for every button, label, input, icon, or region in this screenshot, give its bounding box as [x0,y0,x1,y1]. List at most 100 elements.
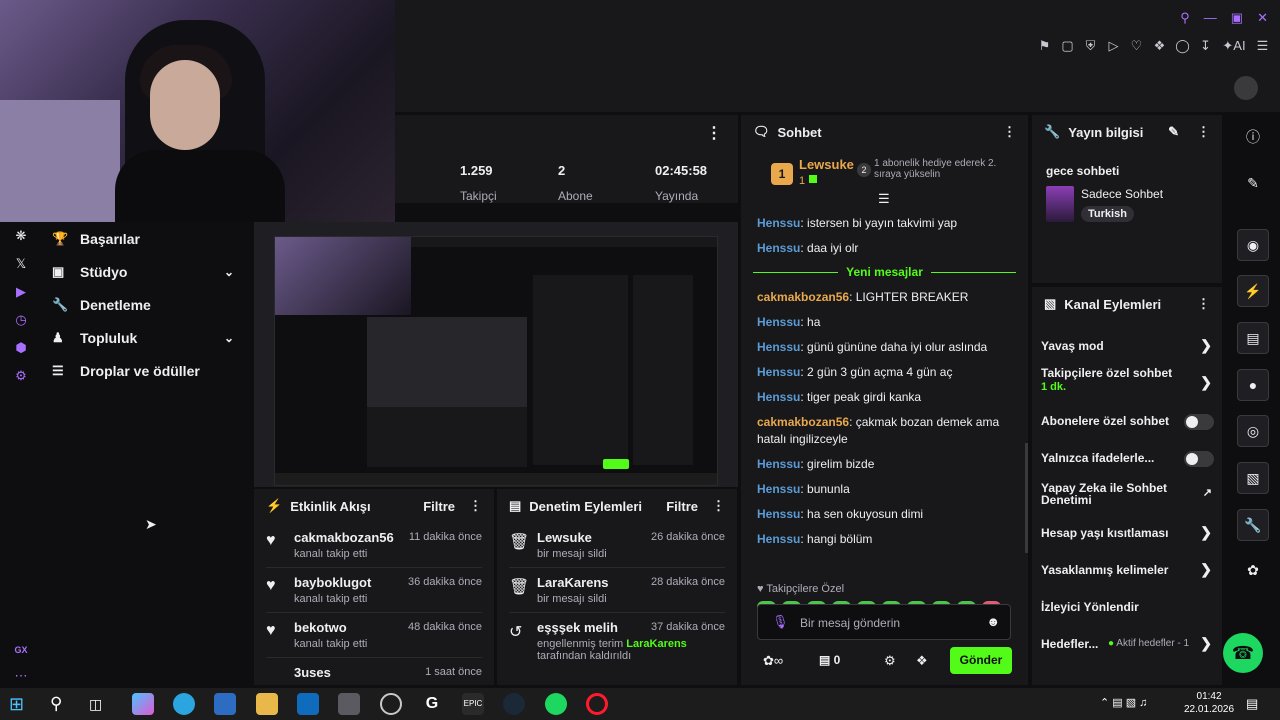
filter-icon[interactable]: ☰ [878,191,890,207]
chat-message[interactable]: Henssu: girelim bizde [741,456,1028,473]
support-icon[interactable]: ☎ [1223,633,1263,673]
ai-button[interactable]: ✦AI [1221,38,1247,53]
action-banned-words[interactable]: Yasaklanmış kelimeler ❯ [1032,551,1222,588]
task-view-icon[interactable]: ◫ [89,693,111,715]
info-icon[interactable]: ⓘ [1237,122,1269,154]
user-icon[interactable]: ◯ [1175,38,1190,53]
menu-icon[interactable]: ☰ [1255,38,1270,53]
clock[interactable]: 01:42 22.01.2026 [1184,690,1234,716]
scrollbar[interactable] [1025,443,1028,553]
action-ai-moderation[interactable]: Yapay Zeka ile Sohbet Denetimi ↗ [1032,476,1222,514]
more-icon[interactable]: ⋯ [0,662,42,690]
document-icon[interactable]: ▤ [1237,322,1269,354]
spotify-icon[interactable] [545,693,567,715]
send-button[interactable]: Gönder [950,647,1012,674]
app-icon[interactable] [214,693,236,715]
points-icon[interactable]: ✿ [1237,555,1269,587]
action-goals[interactable]: Hedefler... ● Aktif hedefler - 1 ❯ [1032,625,1222,662]
action-subscriber-only[interactable]: Abonelere özel sohbet [1032,402,1222,439]
unity-icon[interactable] [338,693,360,715]
mic-icon[interactable]: 🎙 [772,614,789,630]
puzzle-icon[interactable]: ❖ [1152,38,1167,53]
stream-preview[interactable] [274,236,718,486]
chat-message[interactable]: Henssu: hangi bölüm [741,531,1028,548]
points-icon[interactable]: ✿∞ [763,653,783,669]
category-thumbnail[interactable] [1046,186,1074,222]
play-icon[interactable]: ▷ [1106,38,1121,53]
shield-icon[interactable]: ⛨ [1083,38,1098,53]
more-icon[interactable]: ⋮ [469,498,482,514]
crop-icon[interactable]: ▢ [1060,38,1075,53]
moderation-item[interactable]: 🗑 Lewsuke bir mesajı sildi 26 dakika önc… [509,523,725,568]
download-icon[interactable]: ↧ [1198,38,1213,53]
wrench-icon[interactable]: 🔧 [1237,509,1269,541]
activity-item[interactable]: 3uses 1 saat önce [266,658,482,685]
action-account-age[interactable]: Hesap yaşı kısıtlaması ❯ [1032,514,1222,551]
robot-icon[interactable]: ▧ [1237,462,1269,494]
more-icon[interactable]: ⋮ [1003,124,1016,140]
chat-message[interactable]: Henssu: 2 gün 3 gün açma 4 gün aç [741,364,1028,381]
search-icon[interactable]: ⚲ [1180,10,1190,26]
toggle-switch[interactable] [1184,414,1214,430]
more-icon[interactable]: ⋮ [1197,124,1210,140]
epic-icon[interactable]: EPIC [462,693,484,715]
tag-badge[interactable]: Turkish [1081,206,1134,222]
chat-message[interactable]: Henssu: daa iyi olr [741,240,1028,257]
emoji-icon[interactable]: ☻ [986,614,1000,629]
edit-icon[interactable]: ✎ [1237,168,1269,200]
steam-icon[interactable] [503,693,525,715]
chat-message[interactable]: Henssu: ha sen okuyosun dimi [741,506,1028,523]
nav-item-studyo[interactable]: ▣ Stüdyo ⌄ [42,255,250,288]
chat-message[interactable]: Henssu: istersen bi yayın takvimi yap [741,215,1028,232]
nav-item-droplar[interactable]: ☰ Droplar ve ödüller [42,354,250,387]
cube-icon[interactable]: ⬢ [0,334,42,362]
chat-message[interactable]: cakmakbozan56: çakmak bozan demek ama ha… [741,414,1028,448]
broadcast-icon[interactable]: ◎ [1237,415,1269,447]
chat-message[interactable]: Henssu: günü gününe daha iyi olur aslınd… [741,339,1028,356]
notification-icon[interactable]: ▤ [1246,696,1258,712]
category-name[interactable]: Sadece Sohbet [1081,187,1163,201]
gx-label[interactable]: GX [0,636,42,664]
chat-message[interactable]: Henssu: ha [741,314,1028,331]
copilot-icon[interactable] [132,693,154,715]
play-circle-icon[interactable]: ▶ [0,278,42,306]
g-icon[interactable]: G [421,693,443,715]
nav-item-topluluk[interactable]: ♟ Topluluk ⌄ [42,321,250,354]
mail-icon[interactable] [297,693,319,715]
clock-icon[interactable]: ◷ [0,306,42,334]
opera-gx-icon[interactable] [586,693,608,715]
chat-input[interactable]: 🎙 Bir mesaj gönderin ☻ [757,604,1011,640]
more-icon[interactable]: ⋮ [706,123,722,143]
search-icon[interactable]: ⚲ [50,693,72,715]
camera-icon[interactable]: ◉ [1237,229,1269,261]
bookmark-icon[interactable]: ⚑ [1037,38,1052,53]
more-icon[interactable]: ⋮ [1197,296,1210,312]
gift-counter[interactable]: ▤ 0 [819,653,840,667]
chat-message[interactable]: Henssu: tiger peak girdi kanka [741,389,1028,406]
nav-item-denetleme[interactable]: 🔧 Denetleme [42,288,250,321]
action-slow-mode[interactable]: Yavaş mod ❯ [1032,327,1222,364]
tray-icons[interactable]: ⌃ ▤ ▧ ♫ [1100,696,1147,709]
activity-item[interactable]: ♥ bayboklugot kanalı takip etti 36 dakik… [266,568,482,613]
moderation-item[interactable]: 🗑 LaraKarens bir mesajı sildi 28 dakika … [509,568,725,613]
chat-message[interactable]: cakmakbozan56: LIGHTER BREAKER [741,289,1028,306]
heart-icon[interactable]: ♡ [1129,38,1144,53]
obs-icon[interactable] [380,693,402,715]
folder-icon[interactable] [256,693,278,715]
x-icon[interactable]: 𝕏 [0,250,42,278]
settings-icon[interactable]: ⚙ [0,362,42,390]
avatar[interactable] [1234,76,1258,100]
settings-icon[interactable]: ⚙ [884,653,896,669]
chatgpt-icon[interactable]: ❋ [0,222,42,250]
action-follower-only[interactable]: Takipçilere özel sohbet 1 dk. ❯ [1032,364,1222,402]
toggle-switch[interactable] [1184,451,1214,467]
nav-item-basarilar[interactable]: 🏆 Başarılar [42,222,250,255]
more-icon[interactable]: ⋮ [712,498,725,514]
action-emote-only[interactable]: Yalnızca ifadelerle... [1032,439,1222,476]
activity-item[interactable]: ♥ cakmakbozan56 kanalı takip etti 11 dak… [266,523,482,568]
maximize-icon[interactable]: ▣ [1231,10,1243,26]
close-icon[interactable]: ✕ [1257,10,1268,26]
filter-button[interactable]: Filtre [423,499,455,514]
lightning-icon[interactable]: ⚡ [1237,275,1269,307]
chat-message[interactable]: Henssu: bununla [741,481,1028,498]
